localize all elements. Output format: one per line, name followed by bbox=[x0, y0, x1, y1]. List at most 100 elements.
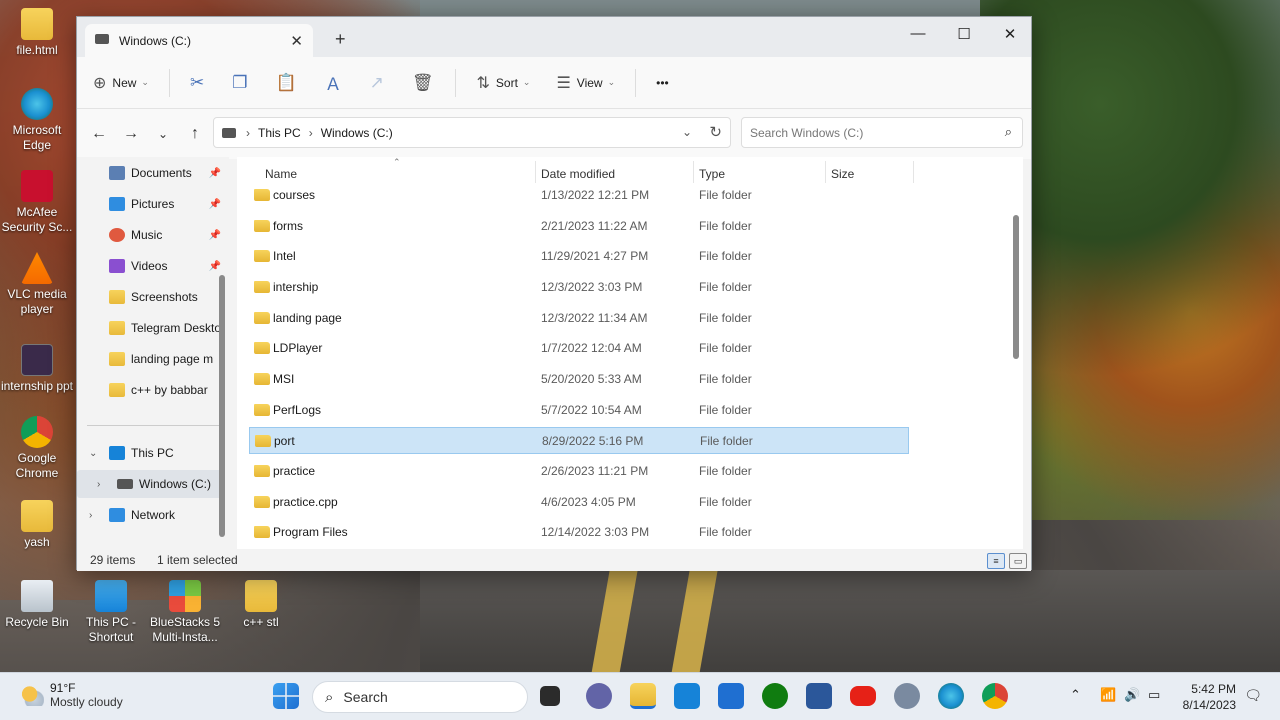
desktop-icon-file-html[interactable]: file.html bbox=[0, 8, 74, 58]
desktop-icon-yash[interactable]: yash bbox=[0, 500, 74, 550]
youtube-icon[interactable] bbox=[850, 686, 876, 706]
address-bar[interactable]: › This PC › Windows (C:) ⌄ ↻ bbox=[213, 117, 731, 148]
new-tab-button[interactable]: + bbox=[335, 29, 346, 50]
cut-icon[interactable]: ✂ bbox=[190, 73, 204, 93]
windows-start-icon[interactable] bbox=[273, 683, 299, 709]
table-row[interactable]: forms 2/21/2023 11:22 AM File folder bbox=[249, 213, 909, 240]
table-row[interactable]: Intel 11/29/2021 4:27 PM File folder bbox=[249, 243, 909, 270]
column-divider[interactable] bbox=[825, 161, 826, 183]
table-row[interactable]: Program Files 12/14/2022 3:03 PM File fold… bbox=[249, 519, 909, 546]
up-arrow-icon[interactable]: ↑ bbox=[179, 125, 211, 143]
forward-arrow-icon[interactable]: → bbox=[115, 125, 147, 143]
clock[interactable]: 5:42 PM 8/14/2023 bbox=[1183, 681, 1236, 713]
breadcrumb-windows-c[interactable]: Windows (C:) bbox=[321, 126, 393, 140]
desktop-icon-recycle-bin[interactable]: Recycle Bin bbox=[0, 580, 74, 630]
volume-icon[interactable]: 🔊 bbox=[1124, 687, 1140, 703]
rename-icon[interactable]: Ａ bbox=[325, 70, 342, 95]
column-divider[interactable] bbox=[913, 161, 914, 183]
sidebar-item-pictures[interactable]: Pictures 📌 bbox=[77, 190, 225, 218]
paste-icon[interactable]: 📋 bbox=[275, 73, 296, 93]
sort-button[interactable]: ⇅ Sort ⌄ bbox=[476, 73, 530, 93]
task-view-icon[interactable] bbox=[540, 686, 560, 706]
refresh-icon[interactable]: ↻ bbox=[709, 123, 722, 141]
expanded-chevron-icon[interactable]: ⌄ bbox=[89, 448, 97, 459]
desktop-icon-mcafee[interactable]: McAfee Security Sc... bbox=[0, 170, 74, 235]
close-window-button[interactable]: ✕ bbox=[995, 25, 1025, 43]
sidebar-item-this-pc[interactable]: ⌄ This PC bbox=[77, 439, 225, 467]
folder-icon bbox=[254, 220, 270, 232]
sidebar-scrollbar[interactable] bbox=[219, 275, 225, 537]
table-row[interactable]: landing page 12/3/2022 11:34 AM File folde… bbox=[249, 305, 909, 332]
teams-chat-icon[interactable] bbox=[586, 683, 612, 709]
item-count: 29 items bbox=[90, 553, 136, 567]
search-placeholder: Search Windows (C:) bbox=[750, 125, 864, 140]
sidebar-item-windows-c[interactable]: › Windows (C:) bbox=[77, 470, 225, 498]
search-icon: ⌕ bbox=[1004, 124, 1012, 139]
maximize-button[interactable]: ☐ bbox=[949, 25, 979, 43]
taskbar-search-box[interactable]: ⌕ Search bbox=[312, 681, 528, 713]
sidebar-item-telegram-desktop[interactable]: Telegram Deskto bbox=[77, 314, 225, 342]
minimize-button[interactable]: — bbox=[903, 25, 933, 42]
recycle-bin-icon bbox=[21, 580, 53, 612]
table-row[interactable]: practice.cpp 4/6/2023 4:05 PM File folder bbox=[249, 489, 909, 516]
close-tab-icon[interactable]: ✕ bbox=[290, 32, 303, 50]
desktop-icon-microsoft-edge[interactable]: Microsoft Edge bbox=[0, 88, 74, 153]
battery-icon[interactable]: ▭ bbox=[1148, 687, 1160, 703]
share-icon[interactable]: ↗ bbox=[370, 73, 384, 93]
mail-icon[interactable] bbox=[718, 683, 744, 709]
table-row[interactable]: PerfLogs 5/7/2022 10:54 AM File folder bbox=[249, 397, 909, 424]
this-pc-icon[interactable] bbox=[674, 683, 700, 709]
table-row[interactable]: courses 1/13/2022 12:21 PM File folder bbox=[249, 182, 909, 209]
sidebar-item-cpp-by-babbar[interactable]: c++ by babbar bbox=[77, 376, 225, 404]
column-divider[interactable] bbox=[535, 161, 536, 183]
edge-icon[interactable] bbox=[938, 683, 964, 709]
column-divider[interactable] bbox=[693, 161, 694, 183]
details-view-icon[interactable]: ≡ bbox=[987, 553, 1005, 569]
word-icon[interactable] bbox=[806, 683, 832, 709]
back-arrow-icon[interactable]: ← bbox=[83, 125, 115, 143]
sidebar-divider bbox=[87, 425, 219, 426]
sidebar-item-screenshots[interactable]: Screenshots bbox=[77, 283, 225, 311]
collapsed-chevron-icon[interactable]: › bbox=[97, 479, 100, 490]
tab-windows-c[interactable]: Windows (C:) ✕ bbox=[85, 24, 313, 57]
delete-icon[interactable]: 🗑 bbox=[412, 73, 434, 93]
file-explorer-icon[interactable] bbox=[630, 683, 656, 709]
sidebar-item-landing-page[interactable]: landing page m bbox=[77, 345, 225, 373]
recent-locations-chevron-icon[interactable]: ⌄ bbox=[147, 127, 179, 141]
address-dropdown-chevron-icon[interactable]: ⌄ bbox=[682, 125, 692, 139]
table-row[interactable]: practice 2/26/2023 11:21 PM File folder bbox=[249, 458, 909, 485]
desktop-icon-google-chrome[interactable]: Google Chrome bbox=[0, 416, 74, 481]
table-row[interactable]: MSI 5/20/2020 5:33 AM File folder bbox=[249, 366, 909, 393]
xbox-icon[interactable] bbox=[762, 683, 788, 709]
sidebar-item-documents[interactable]: Documents 📌 bbox=[77, 159, 225, 187]
desktop-icon-this-pc-shortcut[interactable]: This PC - Shortcut bbox=[74, 580, 148, 645]
notifications-icon[interactable]: 🗨 bbox=[1244, 687, 1262, 704]
sidebar-item-videos[interactable]: Videos 📌 bbox=[77, 252, 225, 280]
search-box[interactable]: Search Windows (C:) ⌕ bbox=[741, 117, 1023, 148]
desktop-icon-cpp-stl[interactable]: c++ stl bbox=[224, 580, 298, 630]
weather-widget[interactable]: 91°F Mostly cloudy bbox=[20, 681, 123, 710]
new-button[interactable]: ⊕ New ⌄ bbox=[93, 73, 149, 93]
chrome-icon[interactable] bbox=[982, 683, 1008, 709]
table-row[interactable]: LDPlayer 1/7/2022 12:04 AM File folder bbox=[249, 335, 909, 362]
clock-date: 8/14/2023 bbox=[1182, 698, 1236, 712]
table-row[interactable]: intership 12/3/2022 3:03 PM File folder bbox=[249, 274, 909, 301]
desktop-icon-bluestacks[interactable]: BlueStacks 5 Multi-Insta... bbox=[148, 580, 222, 645]
desktop-icon-internship-ppt[interactable]: internship ppt bbox=[0, 344, 74, 394]
view-button[interactable]: ☰ View ⌄ bbox=[556, 73, 615, 93]
show-hidden-icons-chevron-icon[interactable]: ⌃ bbox=[1070, 687, 1081, 703]
breadcrumb-this-pc[interactable]: This PC bbox=[258, 126, 301, 140]
large-icons-view-icon[interactable]: ▭ bbox=[1009, 553, 1027, 569]
presentation-thumbnail-icon bbox=[21, 344, 53, 376]
table-row-selected[interactable]: port 8/29/2022 5:16 PM File folder bbox=[249, 427, 909, 454]
wifi-icon[interactable]: 📶 bbox=[1100, 687, 1116, 703]
copy-icon[interactable]: ❐ bbox=[232, 73, 247, 93]
collapsed-chevron-icon[interactable]: › bbox=[89, 510, 92, 521]
more-options-button[interactable]: ••• bbox=[656, 76, 669, 90]
drive-icon bbox=[222, 127, 236, 138]
desktop-icon-vlc[interactable]: VLC media player bbox=[0, 252, 74, 317]
file-list-scrollbar[interactable] bbox=[1013, 215, 1019, 359]
sidebar-item-music[interactable]: Music 📌 bbox=[77, 221, 225, 249]
sidebar-item-network[interactable]: › Network bbox=[77, 501, 225, 529]
whatsapp-icon[interactable] bbox=[894, 683, 920, 709]
